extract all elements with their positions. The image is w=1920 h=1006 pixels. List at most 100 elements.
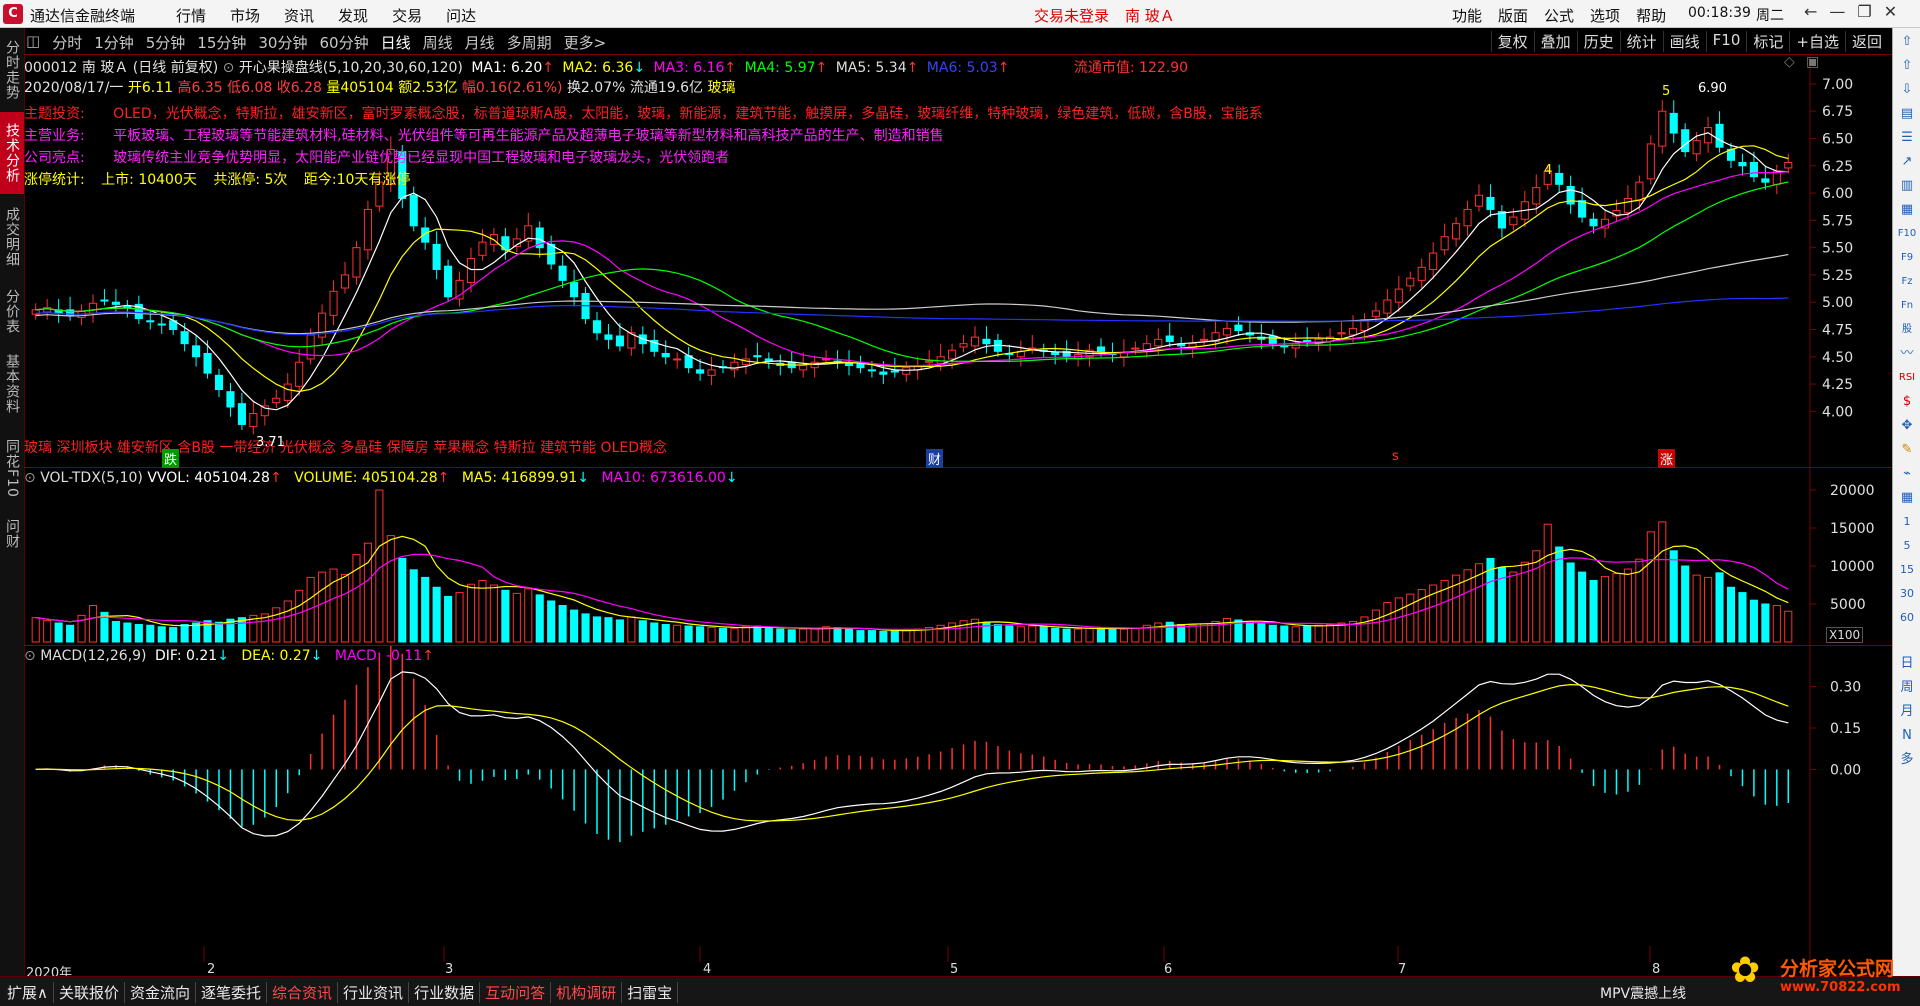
tab-price-table[interactable]: 分价表	[0, 280, 24, 342]
period-5min[interactable]: 5分钟	[146, 32, 186, 53]
menu-news[interactable]: 资讯	[284, 5, 314, 26]
move-icon[interactable]: ✥	[1897, 416, 1917, 436]
macd-chart[interactable]: 0.00 0.15 0.30	[24, 646, 1892, 976]
volume-bar	[1520, 561, 1529, 643]
volume-settings-icon[interactable]: ⊙	[24, 470, 36, 486]
pencil-icon[interactable]: ✎	[1897, 440, 1917, 460]
bottom-tab-orders[interactable]: 逐笔委托	[196, 982, 268, 1003]
bar-chart-icon[interactable]: ▥	[1897, 176, 1917, 196]
line-chart-icon[interactable]: ↗	[1897, 152, 1917, 172]
period-day-icon[interactable]: 日	[1897, 654, 1917, 674]
period-1min[interactable]: 1分钟	[94, 32, 134, 53]
period-60-icon[interactable]: 60	[1897, 608, 1917, 628]
restore-icon[interactable]: ❐	[1857, 2, 1871, 21]
menu-quotes[interactable]: 行情	[176, 5, 206, 26]
btn-back[interactable]: 返回	[1844, 31, 1888, 52]
btn-stats[interactable]: 统计	[1619, 31, 1663, 52]
menu-trade[interactable]: 交易	[392, 5, 422, 26]
tab-basic-info[interactable]: 基本资料	[0, 344, 24, 424]
stock-icon[interactable]: 股	[1897, 320, 1917, 340]
panel-maximize-icon[interactable]: ▣	[1806, 54, 1819, 70]
bottom-tab-industry-news[interactable]: 行业资讯	[338, 982, 410, 1003]
volume-title[interactable]: VOL-TDX(5,10)	[40, 470, 143, 486]
mpv-status[interactable]: MPV震撼上线	[1600, 983, 1686, 1003]
close-icon[interactable]: ✕	[1884, 2, 1897, 21]
btn-history[interactable]: 历史	[1576, 31, 1620, 52]
volume-chart[interactable]: 5000 10000 15000 20000	[24, 468, 1892, 646]
period-60min[interactable]: 60分钟	[319, 32, 368, 53]
panel-diamond-icon[interactable]: ◇	[1784, 54, 1795, 70]
bottom-tab-capital[interactable]: 资金流向	[125, 982, 197, 1003]
period-more[interactable]: 更多>	[564, 32, 607, 53]
btn-mark[interactable]: 标记	[1746, 31, 1789, 52]
period-daily[interactable]: 日线	[381, 32, 411, 53]
period-monthly[interactable]: 月线	[465, 32, 495, 53]
trend-icon[interactable]: 〰	[1897, 344, 1917, 364]
period-weekly[interactable]: 周线	[423, 32, 453, 53]
period-30-icon[interactable]: 30	[1897, 584, 1917, 604]
indicator-name[interactable]: 开心果操盘线(5,10,20,30,60,120)	[239, 60, 463, 76]
macd-title[interactable]: MACD(12,26,9)	[40, 648, 146, 664]
f9-icon[interactable]: F9	[1897, 248, 1917, 268]
menu-wenda[interactable]: 问达	[446, 5, 476, 26]
bottom-tab-news[interactable]: 综合资讯	[267, 982, 339, 1003]
period-15min[interactable]: 15分钟	[197, 32, 246, 53]
tab-wencai[interactable]: 问财	[0, 512, 24, 556]
rsi-icon[interactable]: RSI	[1897, 368, 1917, 388]
zoom-out-icon[interactable]: ⇧	[1897, 32, 1917, 52]
menu-layout[interactable]: 版面	[1498, 5, 1528, 26]
menu-market[interactable]: 市场	[230, 5, 260, 26]
back-arrow-icon[interactable]: ←	[1804, 2, 1817, 21]
macd-settings-icon[interactable]: ⊙	[24, 648, 36, 664]
bottom-tab-qa[interactable]: 互动问答	[480, 982, 552, 1003]
bottom-tab-minesweeper[interactable]: 扫雷宝	[622, 982, 679, 1003]
fn-icon[interactable]: Fn	[1897, 296, 1917, 316]
menu-formula[interactable]: 公式	[1544, 5, 1574, 26]
volume-bar	[833, 627, 842, 643]
period-1-icon[interactable]: 1	[1897, 512, 1917, 532]
bottom-tab-expand[interactable]: 扩展∧	[2, 982, 54, 1003]
btn-adjust[interactable]: 复权	[1490, 31, 1534, 52]
btn-overlay[interactable]: 叠加	[1533, 31, 1577, 52]
menu-help[interactable]: 帮助	[1636, 5, 1666, 26]
tab-ths-f10[interactable]: 同花F10	[0, 426, 24, 510]
period-5-icon[interactable]: 5	[1897, 536, 1917, 556]
s-marker[interactable]: s	[1392, 449, 1399, 464]
chart-type-icon[interactable]: ▤	[1897, 104, 1917, 124]
limit-up-marker[interactable]: 涨	[1658, 449, 1676, 468]
tab-trade-detail[interactable]: 成交明细	[0, 196, 24, 278]
trade-status[interactable]: 交易未登录	[1034, 5, 1109, 26]
bell-icon[interactable]: ⌁	[1897, 464, 1917, 484]
period-n-icon[interactable]: N	[1897, 726, 1917, 746]
period-multi[interactable]: 多周期	[507, 32, 552, 53]
period-multi-icon[interactable]: 多	[1897, 750, 1917, 770]
period-15-icon[interactable]: 15	[1897, 560, 1917, 580]
dollar-icon[interactable]: $	[1897, 392, 1917, 412]
bottom-tab-industry-data[interactable]: 行业数据	[409, 982, 481, 1003]
finance-marker[interactable]: 财	[926, 449, 944, 468]
indicator-settings-icon[interactable]: ⊙	[223, 60, 235, 76]
menu-discover[interactable]: 发现	[338, 5, 368, 26]
menu-function[interactable]: 功能	[1452, 5, 1482, 26]
bottom-tab-related[interactable]: 关联报价	[54, 982, 125, 1003]
tab-technical[interactable]: 技术分析	[0, 112, 24, 194]
arrow-down-icon[interactable]: ⇩	[1897, 80, 1917, 100]
fz-icon[interactable]: Fz	[1897, 272, 1917, 292]
btn-add-watchlist[interactable]: +自选	[1789, 31, 1845, 52]
period-week-icon[interactable]: 周	[1897, 678, 1917, 698]
tab-timeshare[interactable]: 分时走势	[0, 30, 24, 110]
period-30min[interactable]: 30分钟	[258, 32, 307, 53]
list-icon[interactable]: ☰	[1897, 128, 1917, 148]
btn-f10[interactable]: F10	[1705, 31, 1747, 52]
period-toggle-icon[interactable]: ◫	[26, 32, 40, 53]
menu-options[interactable]: 选项	[1590, 5, 1620, 26]
ticket-icon[interactable]: ▦	[1897, 200, 1917, 220]
period-timeshare[interactable]: 分时	[52, 32, 82, 53]
f10-icon[interactable]: F10	[1897, 224, 1917, 244]
bottom-tab-research[interactable]: 机构调研	[551, 982, 623, 1003]
minimize-icon[interactable]: —	[1829, 2, 1845, 21]
grid-icon[interactable]: ▦	[1897, 488, 1917, 508]
arrow-up-icon[interactable]: ⇧	[1897, 56, 1917, 76]
btn-draw[interactable]: 画线	[1662, 31, 1706, 52]
period-month-icon[interactable]: 月	[1897, 702, 1917, 722]
